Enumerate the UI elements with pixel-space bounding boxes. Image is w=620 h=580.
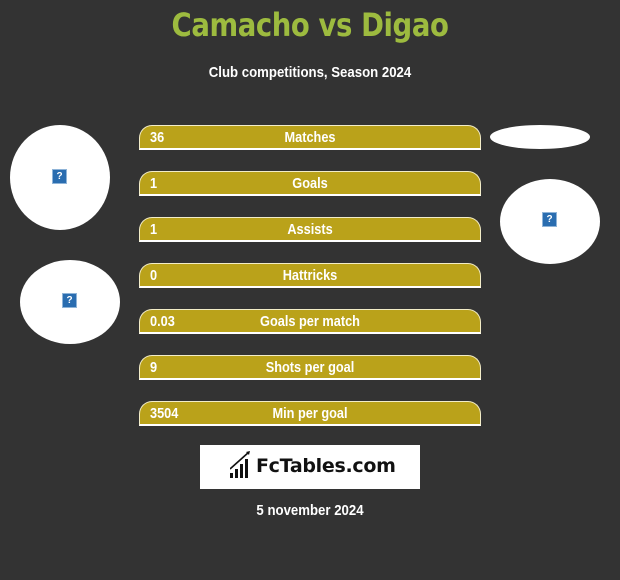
broken-image-icon: ? [542,212,557,227]
stat-value: 9 [150,359,158,376]
bar-chart-icon [230,451,250,478]
stat-row-shots-per-goal: 9 Shots per goal [139,355,481,380]
stat-label: Goals per match [260,313,360,330]
competition-subtitle: Club competitions, Season 2024 [208,64,412,81]
stat-row-matches: 36 Matches [139,125,481,150]
page-title: Camacho vs Digao [171,6,449,44]
stat-label: Matches [284,129,336,146]
stat-label: Min per goal [272,405,348,422]
stat-row-hattricks: 0 Hattricks [139,263,481,288]
stat-label: Goals [292,175,328,192]
stat-value: 1 [150,221,158,238]
stat-row-goals-per-match: 0.03 Goals per match [139,309,481,334]
stat-label: Hattricks [282,267,338,284]
stat-row-assists: 1 Assists [139,217,481,242]
right-player-image [490,125,590,149]
broken-image-icon: ? [62,293,77,308]
stat-value: 0 [150,267,158,284]
left-team-logo: ? [20,260,120,344]
date-label: 5 november 2024 [256,502,364,519]
stat-value: 1 [150,175,158,192]
left-player-image: ? [10,125,110,230]
stat-row-min-per-goal: 3504 Min per goal [139,401,481,426]
stat-label: Shots per goal [265,359,355,376]
fctables-logo[interactable]: FcTables.com [200,445,420,489]
stat-value: 36 [150,129,165,146]
stat-row-goals: 1 Goals [139,171,481,196]
right-team-logo: ? [500,179,600,264]
stat-label: Assists [287,221,333,238]
logo-text: FcTables.com [256,455,396,477]
broken-image-icon: ? [52,169,67,184]
